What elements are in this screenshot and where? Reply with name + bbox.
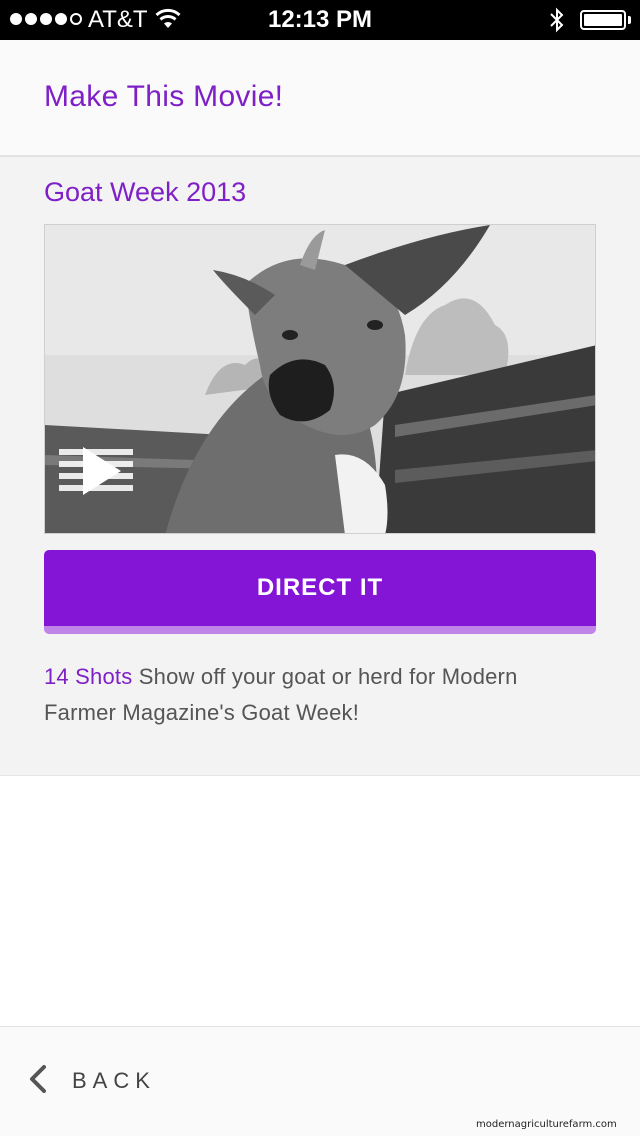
movie-description: 14 Shots Show off your goat or herd for … xyxy=(44,659,584,731)
movie-card: Goat Week 2013 DIRECT IT 14 Shots Show o… xyxy=(0,157,640,776)
movie-title: Goat Week 2013 xyxy=(44,177,247,207)
bluetooth-icon xyxy=(549,7,565,38)
page-title: Make This Movie! xyxy=(44,80,284,113)
shot-count: 14 Shots xyxy=(44,664,133,689)
chevron-left-icon xyxy=(28,1064,48,1098)
direct-it-button[interactable]: DIRECT IT xyxy=(44,550,596,634)
play-icon[interactable] xyxy=(59,441,139,511)
battery-icon xyxy=(580,10,626,30)
battery-tip xyxy=(628,16,631,24)
movie-thumbnail[interactable] xyxy=(44,224,596,534)
header: Make This Movie! xyxy=(0,40,640,157)
back-button[interactable]: BACK xyxy=(28,1064,156,1098)
status-bar: AT&T 12:13 PM xyxy=(0,0,640,40)
back-label: BACK xyxy=(72,1068,156,1093)
clock: 12:13 PM xyxy=(267,6,373,33)
watermark: modernagriculturefarm.com xyxy=(476,1119,617,1130)
